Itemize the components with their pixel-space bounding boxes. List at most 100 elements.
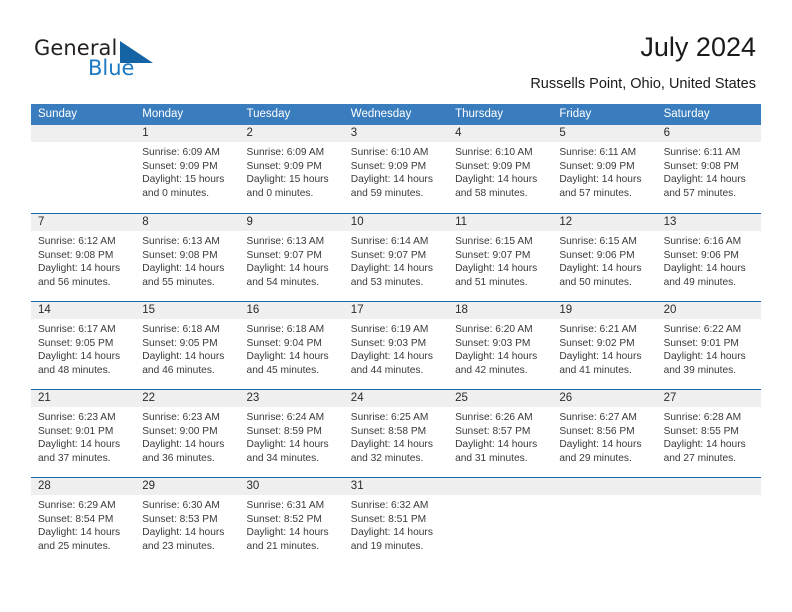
- sunset-time: Sunset: 8:51 PM: [350, 513, 427, 525]
- day-details: Sunrise: 6:28 AM Sunset: 8:55 PM Daylight:…: [657, 407, 761, 465]
- day-details: Sunrise: 6:30 AM Sunset: 8:53 PM Daylight:…: [135, 495, 239, 553]
- day-number: 28: [31, 478, 136, 495]
- day-details: Sunrise: 6:21 AM Sunset: 9:02 PM Daylight:…: [552, 319, 656, 377]
- daylight-line-2: and 34 minutes.: [246, 452, 320, 464]
- sunset-time: Sunset: 8:54 PM: [38, 513, 114, 525]
- sunset-time: Sunset: 9:07 PM: [455, 249, 531, 261]
- calendar-day-cell[interactable]: 2 Sunrise: 6:09 AM Sunset: 9:09 PM Daylight…: [239, 125, 344, 213]
- day-details: Sunrise: 6:15 AM Sunset: 9:06 PM Daylight:…: [552, 231, 656, 289]
- day-details: Sunrise: 6:11 AM Sunset: 9:09 PM Daylight:…: [552, 142, 656, 200]
- sunset-time: Sunset: 9:08 PM: [38, 249, 114, 261]
- calendar-week-row: 28 Sunrise: 6:29 AM Sunset: 8:54 PM Dayligh…: [31, 477, 761, 565]
- sunrise-time: Sunrise: 6:11 AM: [663, 147, 741, 158]
- sunrise-time: Sunrise: 6:09 AM: [142, 147, 220, 158]
- sunset-time: Sunset: 9:06 PM: [663, 249, 739, 261]
- calendar-day-cell[interactable]: 15 Sunrise: 6:18 AM Sunset: 9:05 PM Dayligh…: [135, 302, 240, 389]
- daylight-line-1: Daylight: 14 hours: [350, 174, 433, 186]
- location-subtitle: Russells Point, Ohio, United States: [530, 76, 756, 92]
- weekday-header-monday: Monday: [142, 108, 184, 120]
- daylight-line-2: and 25 minutes.: [38, 540, 111, 552]
- sunset-time: Sunset: 8:57 PM: [455, 425, 531, 437]
- calendar-day-cell[interactable]: 7 Sunrise: 6:12 AM Sunset: 9:08 PM Daylight…: [31, 214, 136, 301]
- day-details: Sunrise: 6:18 AM Sunset: 9:04 PM Daylight:…: [240, 319, 344, 377]
- calendar-day-cell[interactable]: 27 Sunrise: 6:28 AM Sunset: 8:55 PM Dayligh…: [656, 390, 761, 477]
- day-number: 10: [343, 214, 449, 231]
- calendar-day-cell[interactable]: 31 Sunrise: 6:32 AM Sunset: 8:51 PM Dayligh…: [343, 478, 449, 565]
- sunset-time: Sunset: 9:09 PM: [350, 160, 427, 172]
- calendar-body: 1 Sunrise: 6:09 AM Sunset: 9:09 PM Daylight…: [31, 125, 761, 565]
- day-number: [656, 478, 761, 495]
- daylight-line-1: Daylight: 14 hours: [455, 263, 538, 275]
- weekday-header-row: Sunday Monday Tuesday Wednesday Thursday Frid…: [31, 104, 761, 125]
- daylight-line-1: Daylight: 14 hours: [455, 174, 538, 186]
- weekday-header-tuesday: Tuesday: [246, 108, 291, 120]
- day-number: 7: [31, 214, 136, 231]
- daylight-line-2: and 56 minutes.: [38, 276, 111, 288]
- day-details: Sunrise: 6:18 AM Sunset: 9:05 PM Daylight:…: [135, 319, 239, 377]
- calendar-day-cell[interactable]: 16 Sunrise: 6:18 AM Sunset: 9:04 PM Dayligh…: [239, 302, 344, 389]
- day-details: Sunrise: 6:13 AM Sunset: 9:07 PM Daylight:…: [240, 231, 344, 289]
- calendar-day-cell[interactable]: 22 Sunrise: 6:23 AM Sunset: 9:00 PM Dayligh…: [135, 390, 240, 477]
- daylight-line-1: Daylight: 14 hours: [38, 527, 121, 539]
- calendar-day-cell[interactable]: 23 Sunrise: 6:24 AM Sunset: 8:59 PM Dayligh…: [239, 390, 344, 477]
- sunset-time: Sunset: 9:07 PM: [350, 249, 427, 261]
- calendar-day-cell[interactable]: 17 Sunrise: 6:19 AM Sunset: 9:03 PM Dayligh…: [343, 302, 449, 389]
- day-number: 25: [448, 390, 553, 407]
- sunset-time: Sunset: 8:58 PM: [350, 425, 427, 437]
- calendar-day-cell[interactable]: 13 Sunrise: 6:16 AM Sunset: 9:06 PM Dayligh…: [656, 214, 761, 301]
- calendar-day-cell[interactable]: 1 Sunrise: 6:09 AM Sunset: 9:09 PM Daylight…: [135, 125, 240, 213]
- calendar-day-cell[interactable]: 8 Sunrise: 6:13 AM Sunset: 9:08 PM Daylight…: [135, 214, 240, 301]
- day-details: Sunrise: 6:09 AM Sunset: 9:09 PM Daylight:…: [135, 142, 239, 200]
- calendar-day-cell[interactable]: 29 Sunrise: 6:30 AM Sunset: 8:53 PM Dayligh…: [135, 478, 240, 565]
- calendar-day-cell[interactable]: 28 Sunrise: 6:29 AM Sunset: 8:54 PM Dayligh…: [31, 478, 136, 565]
- calendar-day-cell[interactable]: 6 Sunrise: 6:11 AM Sunset: 9:08 PM Daylight…: [656, 125, 761, 213]
- sunrise-time: Sunrise: 6:09 AM: [246, 147, 325, 158]
- calendar-day-cell[interactable]: 10 Sunrise: 6:14 AM Sunset: 9:07 PM Dayligh…: [343, 214, 449, 301]
- sunrise-time: Sunrise: 6:25 AM: [350, 412, 429, 423]
- sunrise-time: Sunrise: 6:17 AM: [38, 324, 116, 335]
- calendar-day-cell[interactable]: 24 Sunrise: 6:25 AM Sunset: 8:58 PM Dayligh…: [343, 390, 449, 477]
- daylight-line-2: and 57 minutes.: [559, 187, 632, 199]
- calendar-day-cell[interactable]: 25 Sunrise: 6:26 AM Sunset: 8:57 PM Dayligh…: [448, 390, 553, 477]
- daylight-line-1: Daylight: 14 hours: [350, 527, 433, 539]
- daylight-line-1: Daylight: 14 hours: [350, 263, 433, 275]
- sunset-time: Sunset: 9:07 PM: [246, 249, 322, 261]
- calendar-day-cell-empty: [656, 478, 761, 565]
- daylight-line-1: Daylight: 14 hours: [455, 351, 538, 363]
- calendar-day-cell[interactable]: 20 Sunrise: 6:22 AM Sunset: 9:01 PM Dayligh…: [656, 302, 761, 389]
- sunset-time: Sunset: 9:09 PM: [559, 160, 635, 172]
- general-blue-logo[interactable]: General Blue: [34, 36, 204, 84]
- calendar-day-cell[interactable]: 19 Sunrise: 6:21 AM Sunset: 9:02 PM Dayligh…: [552, 302, 657, 389]
- daylight-line-1: Daylight: 14 hours: [350, 439, 433, 451]
- calendar-day-cell[interactable]: 3 Sunrise: 6:10 AM Sunset: 9:09 PM Daylight…: [343, 125, 449, 213]
- sunset-time: Sunset: 9:08 PM: [142, 249, 218, 261]
- weekday-header-thursday: Thursday: [455, 108, 503, 120]
- calendar-day-cell[interactable]: 9 Sunrise: 6:13 AM Sunset: 9:07 PM Daylight…: [239, 214, 344, 301]
- calendar-day-cell[interactable]: 18 Sunrise: 6:20 AM Sunset: 9:03 PM Dayligh…: [448, 302, 553, 389]
- day-details: Sunrise: 6:09 AM Sunset: 9:09 PM Daylight:…: [240, 142, 344, 200]
- day-number: 16: [239, 302, 344, 319]
- sunset-time: Sunset: 8:59 PM: [246, 425, 322, 437]
- daylight-line-2: and 32 minutes.: [350, 452, 424, 464]
- daylight-line-2: and 39 minutes.: [663, 364, 737, 376]
- calendar-day-cell[interactable]: 30 Sunrise: 6:31 AM Sunset: 8:52 PM Dayligh…: [239, 478, 344, 565]
- sunrise-time: Sunrise: 6:18 AM: [246, 324, 325, 335]
- daylight-line-2: and 21 minutes.: [246, 540, 320, 552]
- calendar-day-cell[interactable]: 14 Sunrise: 6:17 AM Sunset: 9:05 PM Dayligh…: [31, 302, 136, 389]
- calendar-day-cell[interactable]: 4 Sunrise: 6:10 AM Sunset: 9:09 PM Daylight…: [448, 125, 553, 213]
- day-number: 19: [552, 302, 657, 319]
- calendar-week-row: 7 Sunrise: 6:12 AM Sunset: 9:08 PM Daylight…: [31, 213, 761, 301]
- sunset-time: Sunset: 8:52 PM: [246, 513, 322, 525]
- day-number: 20: [656, 302, 761, 319]
- daylight-line-1: Daylight: 14 hours: [38, 439, 121, 451]
- day-details: Sunrise: 6:27 AM Sunset: 8:56 PM Daylight:…: [552, 407, 656, 465]
- calendar-day-cell[interactable]: 11 Sunrise: 6:15 AM Sunset: 9:07 PM Dayligh…: [448, 214, 553, 301]
- calendar-day-cell[interactable]: 5 Sunrise: 6:11 AM Sunset: 9:09 PM Daylight…: [552, 125, 657, 213]
- daylight-line-2: and 50 minutes.: [559, 276, 632, 288]
- calendar-day-cell[interactable]: 21 Sunrise: 6:23 AM Sunset: 9:01 PM Dayligh…: [31, 390, 136, 477]
- sunrise-time: Sunrise: 6:31 AM: [246, 500, 325, 511]
- calendar-day-cell-empty: [552, 478, 657, 565]
- calendar-day-cell[interactable]: 26 Sunrise: 6:27 AM Sunset: 8:56 PM Dayligh…: [552, 390, 657, 477]
- calendar-day-cell-empty: [448, 478, 553, 565]
- calendar-day-cell[interactable]: 12 Sunrise: 6:15 AM Sunset: 9:06 PM Dayligh…: [552, 214, 657, 301]
